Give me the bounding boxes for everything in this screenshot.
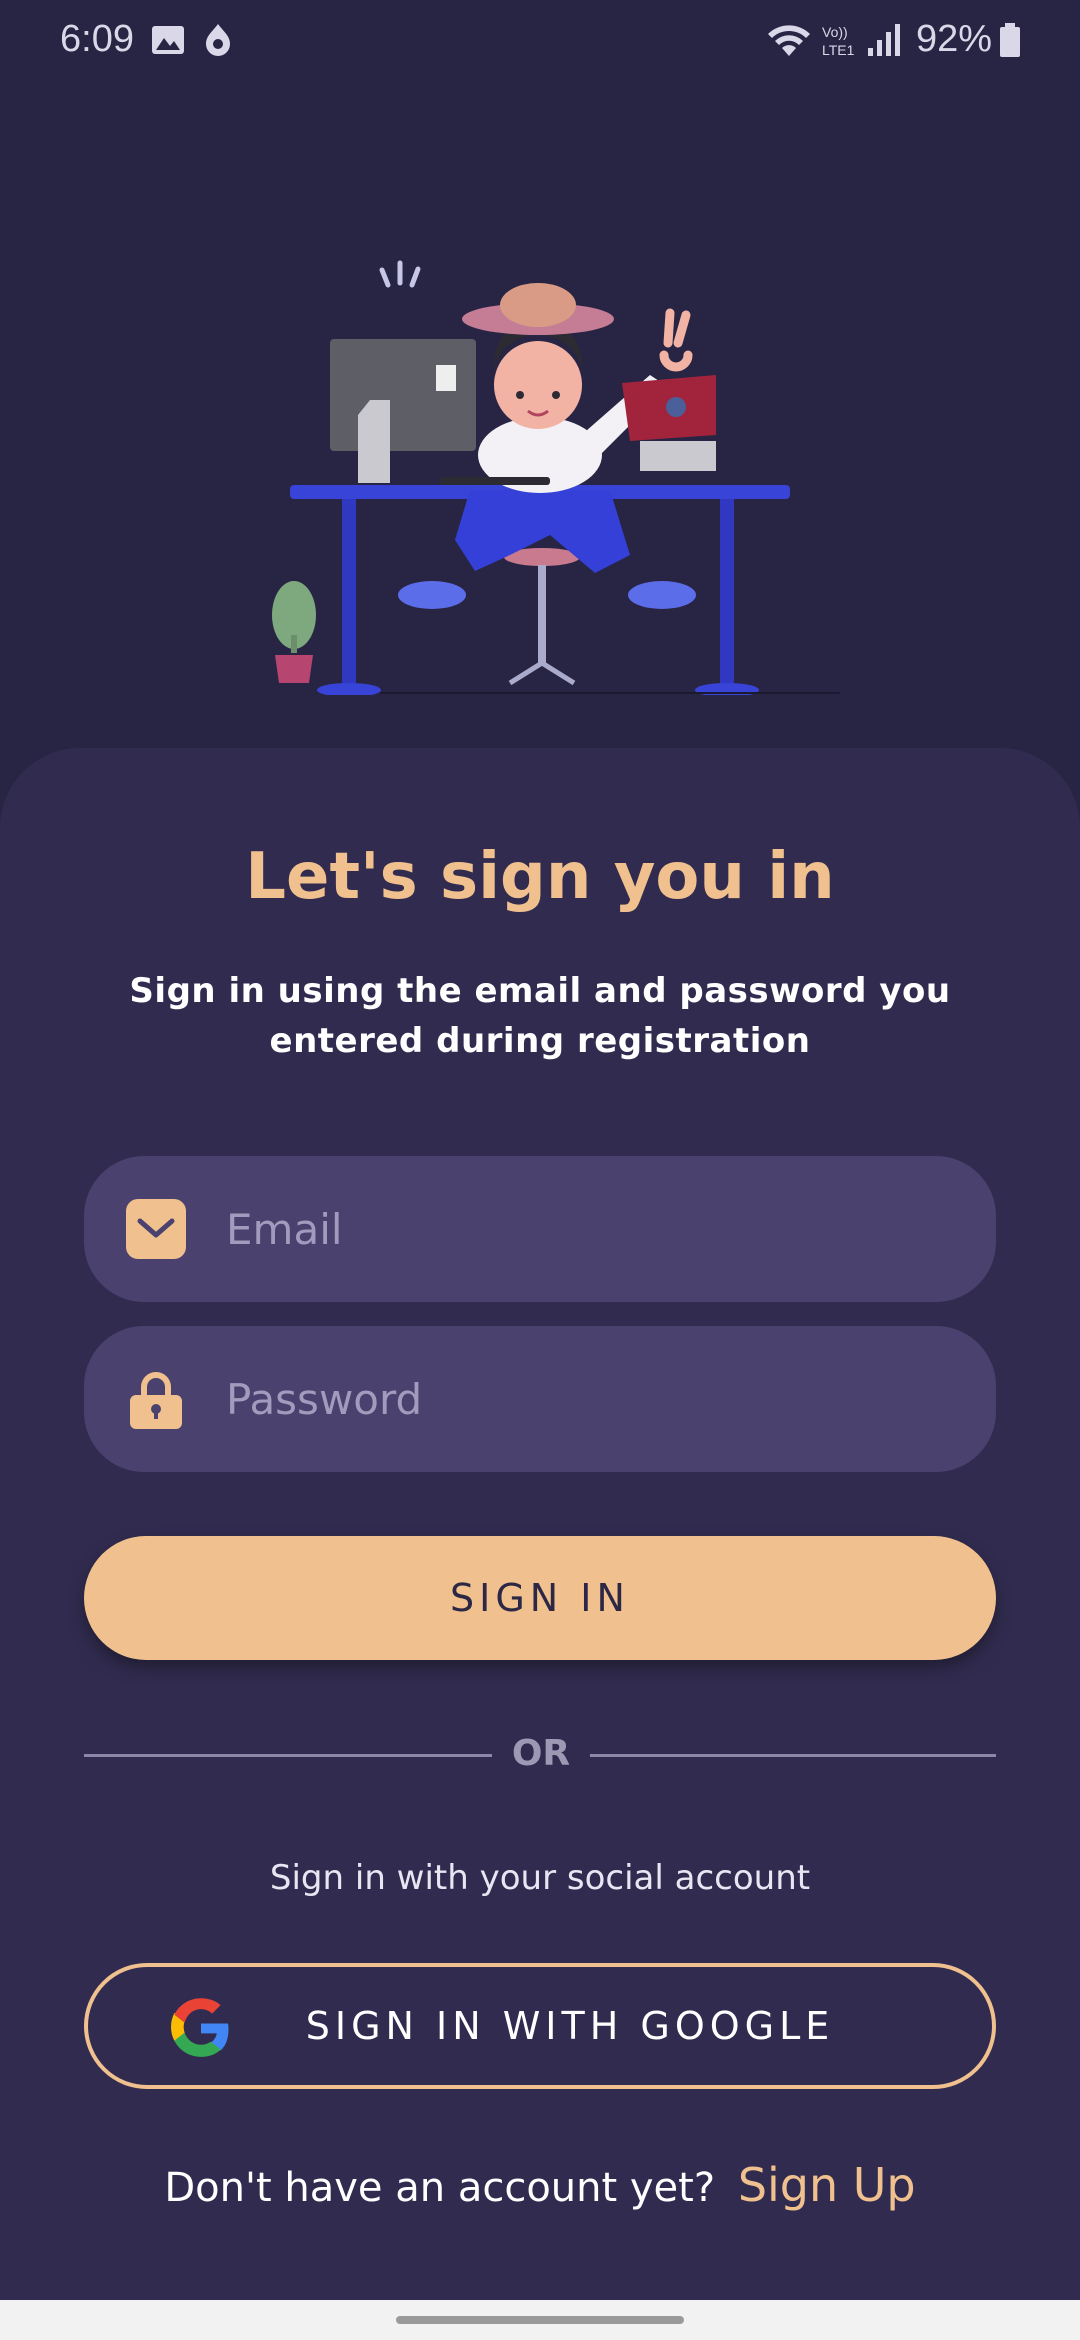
email-input[interactable]: [226, 1186, 946, 1272]
signal-icon: [868, 24, 900, 56]
image-icon: [152, 26, 184, 54]
email-field[interactable]: [84, 1156, 996, 1302]
status-time: 6:09: [60, 18, 134, 60]
sign-in-button[interactable]: SIGN IN: [84, 1536, 996, 1660]
google-button-label: SIGN IN WITH GOOGLE: [305, 2004, 835, 2048]
divider-line-right: [590, 1754, 996, 1757]
svg-text:Vo)): Vo)): [822, 24, 848, 40]
battery-icon: [1000, 23, 1020, 57]
password-field[interactable]: [84, 1326, 996, 1472]
sign-up-link[interactable]: Sign Up: [738, 2158, 916, 2212]
signin-card: Let's sign you in Sign in using the emai…: [0, 748, 1080, 2300]
mail-icon: [126, 1199, 186, 1259]
volte-icon: Vo)) LTE1: [822, 24, 855, 58]
app-notification-icon: [206, 24, 230, 56]
google-sign-in-button[interactable]: SIGN IN WITH GOOGLE: [84, 1963, 996, 2089]
person-at-desk-illustration: [272, 260, 840, 695]
signup-prompt: Don't have an account yet? Sign Up: [0, 2158, 1080, 2212]
page-subtitle: Sign in using the email and password you…: [129, 971, 951, 1061]
svg-text:LTE1: LTE1: [822, 42, 855, 58]
navigation-bar: [0, 2300, 1080, 2340]
home-gesture-handle[interactable]: [396, 2316, 684, 2324]
battery-percent: 92%: [916, 18, 993, 60]
social-signin-caption: Sign in with your social account: [269, 1858, 811, 1898]
status-bar: 6:09 Vo)) LTE1 92%: [0, 0, 1080, 80]
divider-or: OR: [511, 1733, 571, 1774]
divider-line-left: [84, 1754, 492, 1757]
wifi-icon: [768, 25, 810, 56]
no-account-text: Don't have an account yet?: [164, 2165, 716, 2211]
password-input[interactable]: [226, 1356, 946, 1442]
page-title: Let's sign you in: [245, 840, 835, 914]
lock-icon: [130, 1372, 182, 1429]
